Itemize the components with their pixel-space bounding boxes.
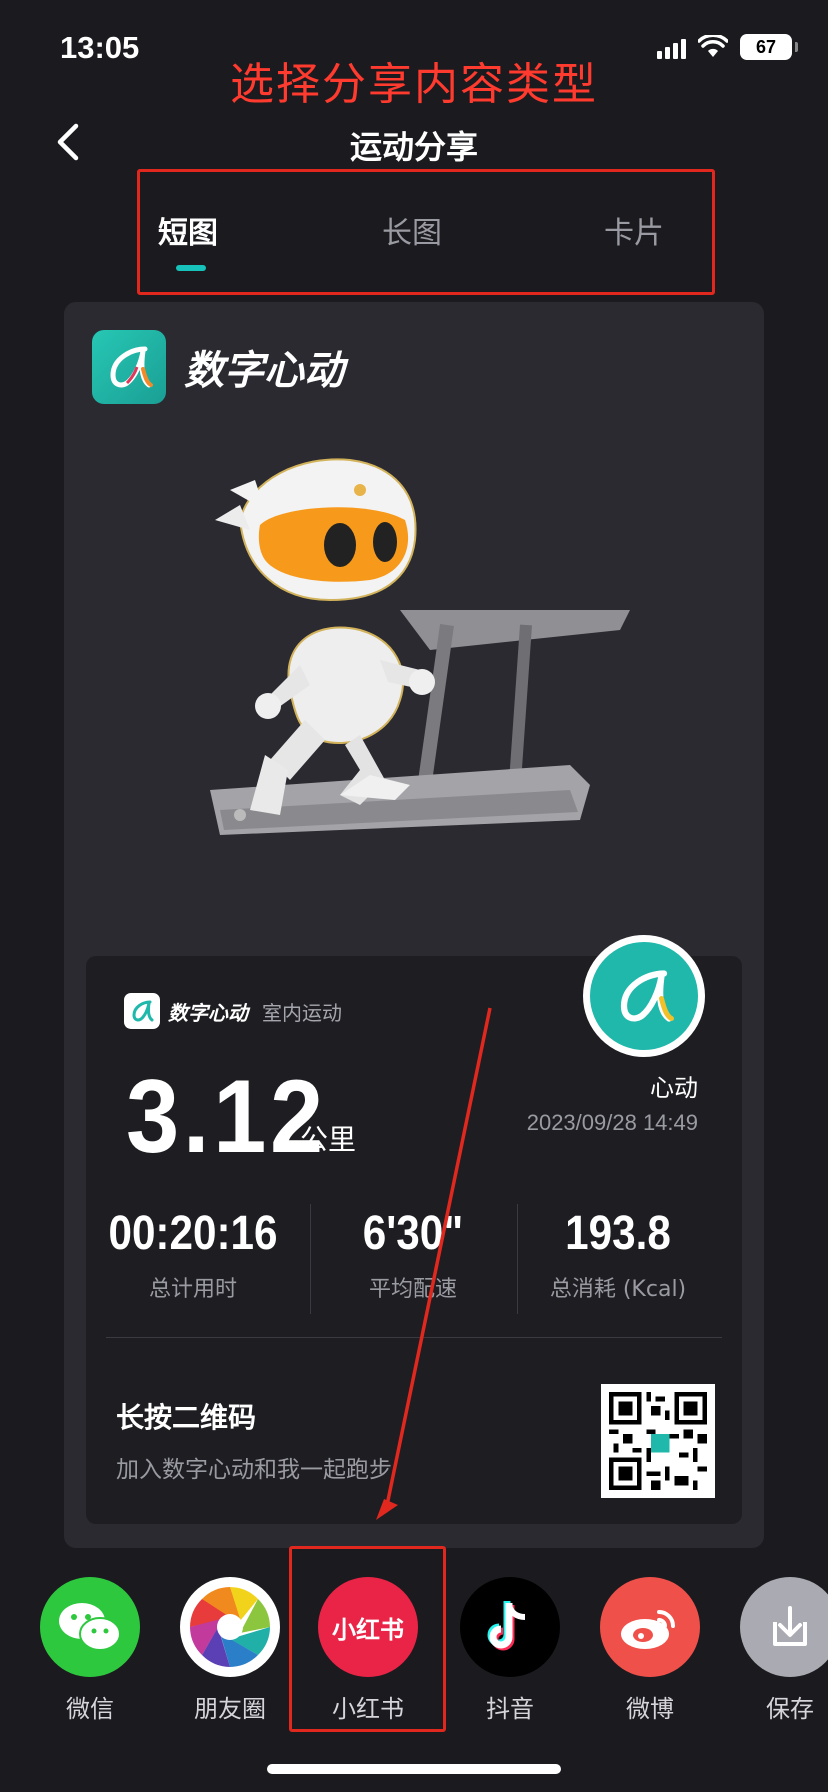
home-indicator[interactable] [267,1764,561,1774]
tab-card[interactable]: 卡片 [604,208,664,252]
divider [310,1204,311,1314]
wechat-icon [40,1577,140,1677]
app-logo-icon [92,330,166,404]
share-wechat-button[interactable]: 微信 [30,1577,150,1724]
qr-title: 长按二维码 [116,1401,257,1434]
tab-long-image[interactable]: 长图 [382,208,442,252]
metric-value: 193.8 [565,1207,671,1260]
download-icon [740,1577,828,1677]
mini-app-logo-icon [124,993,160,1029]
divider [106,1337,722,1338]
mascot-treadmill-illustration [210,458,630,835]
metric-value: 00:20:16 [108,1207,278,1260]
xiaohongshu-icon: 小红书 [318,1577,418,1677]
metric-value: 6'30" [362,1207,464,1260]
share-moments-button[interactable]: 朋友圈 [170,1577,290,1724]
xiaohongshu-icon-text: 小红书 [332,1615,404,1644]
annotation-title: 选择分享内容类型 [230,59,598,110]
distance-value: 3.12 [126,1059,327,1175]
share-xiaohongshu-button[interactable]: 小红书 小红书 [308,1577,428,1724]
user-nickname: 心动 [650,1074,698,1102]
share-label: 微博 [626,1695,674,1723]
metric-label: 总消耗 (Kcal) [549,1277,687,1302]
share-label: 抖音 [486,1695,534,1723]
share-label: 小红书 [332,1695,404,1723]
metric-duration: 00:20:16 总计用时 [93,1206,293,1303]
avatar [583,935,705,1057]
share-weibo-button[interactable]: 微博 [590,1577,710,1724]
distance-unit: 公里 [300,1123,357,1156]
brand-name: 数字心动 [184,348,344,394]
metric-calories: 193.8 总消耗 (Kcal) [518,1206,718,1303]
brand-header: 数字心动 [92,330,344,404]
metric-label: 平均配速 [368,1277,457,1302]
qr-code-icon[interactable] [601,1384,715,1498]
douyin-icon [460,1577,560,1677]
tab-short-image[interactable]: 短图 [158,208,218,252]
metric-label: 总计用时 [148,1277,237,1302]
weibo-icon [600,1577,700,1677]
share-label: 微信 [66,1695,114,1723]
workout-datetime: 2023/09/28 14:49 [526,1110,698,1135]
qr-subtitle: 加入数字心动和我一起跑步 [116,1457,392,1483]
active-tab-indicator [176,265,206,271]
metric-pace: 6'30" 平均配速 [313,1206,513,1303]
page-title: 运动分享 [349,128,478,166]
share-label: 朋友圈 [194,1695,266,1723]
workout-brand-row: 数字心动 室内运动 [124,993,342,1029]
share-label: 保存 [766,1695,814,1723]
workout-brand-name: 数字心动 [168,1000,248,1025]
moments-icon [180,1577,280,1677]
share-save-button[interactable]: 保存 [730,1577,828,1724]
workout-type: 室内运动 [262,1000,342,1025]
share-douyin-button[interactable]: 抖音 [450,1577,570,1724]
